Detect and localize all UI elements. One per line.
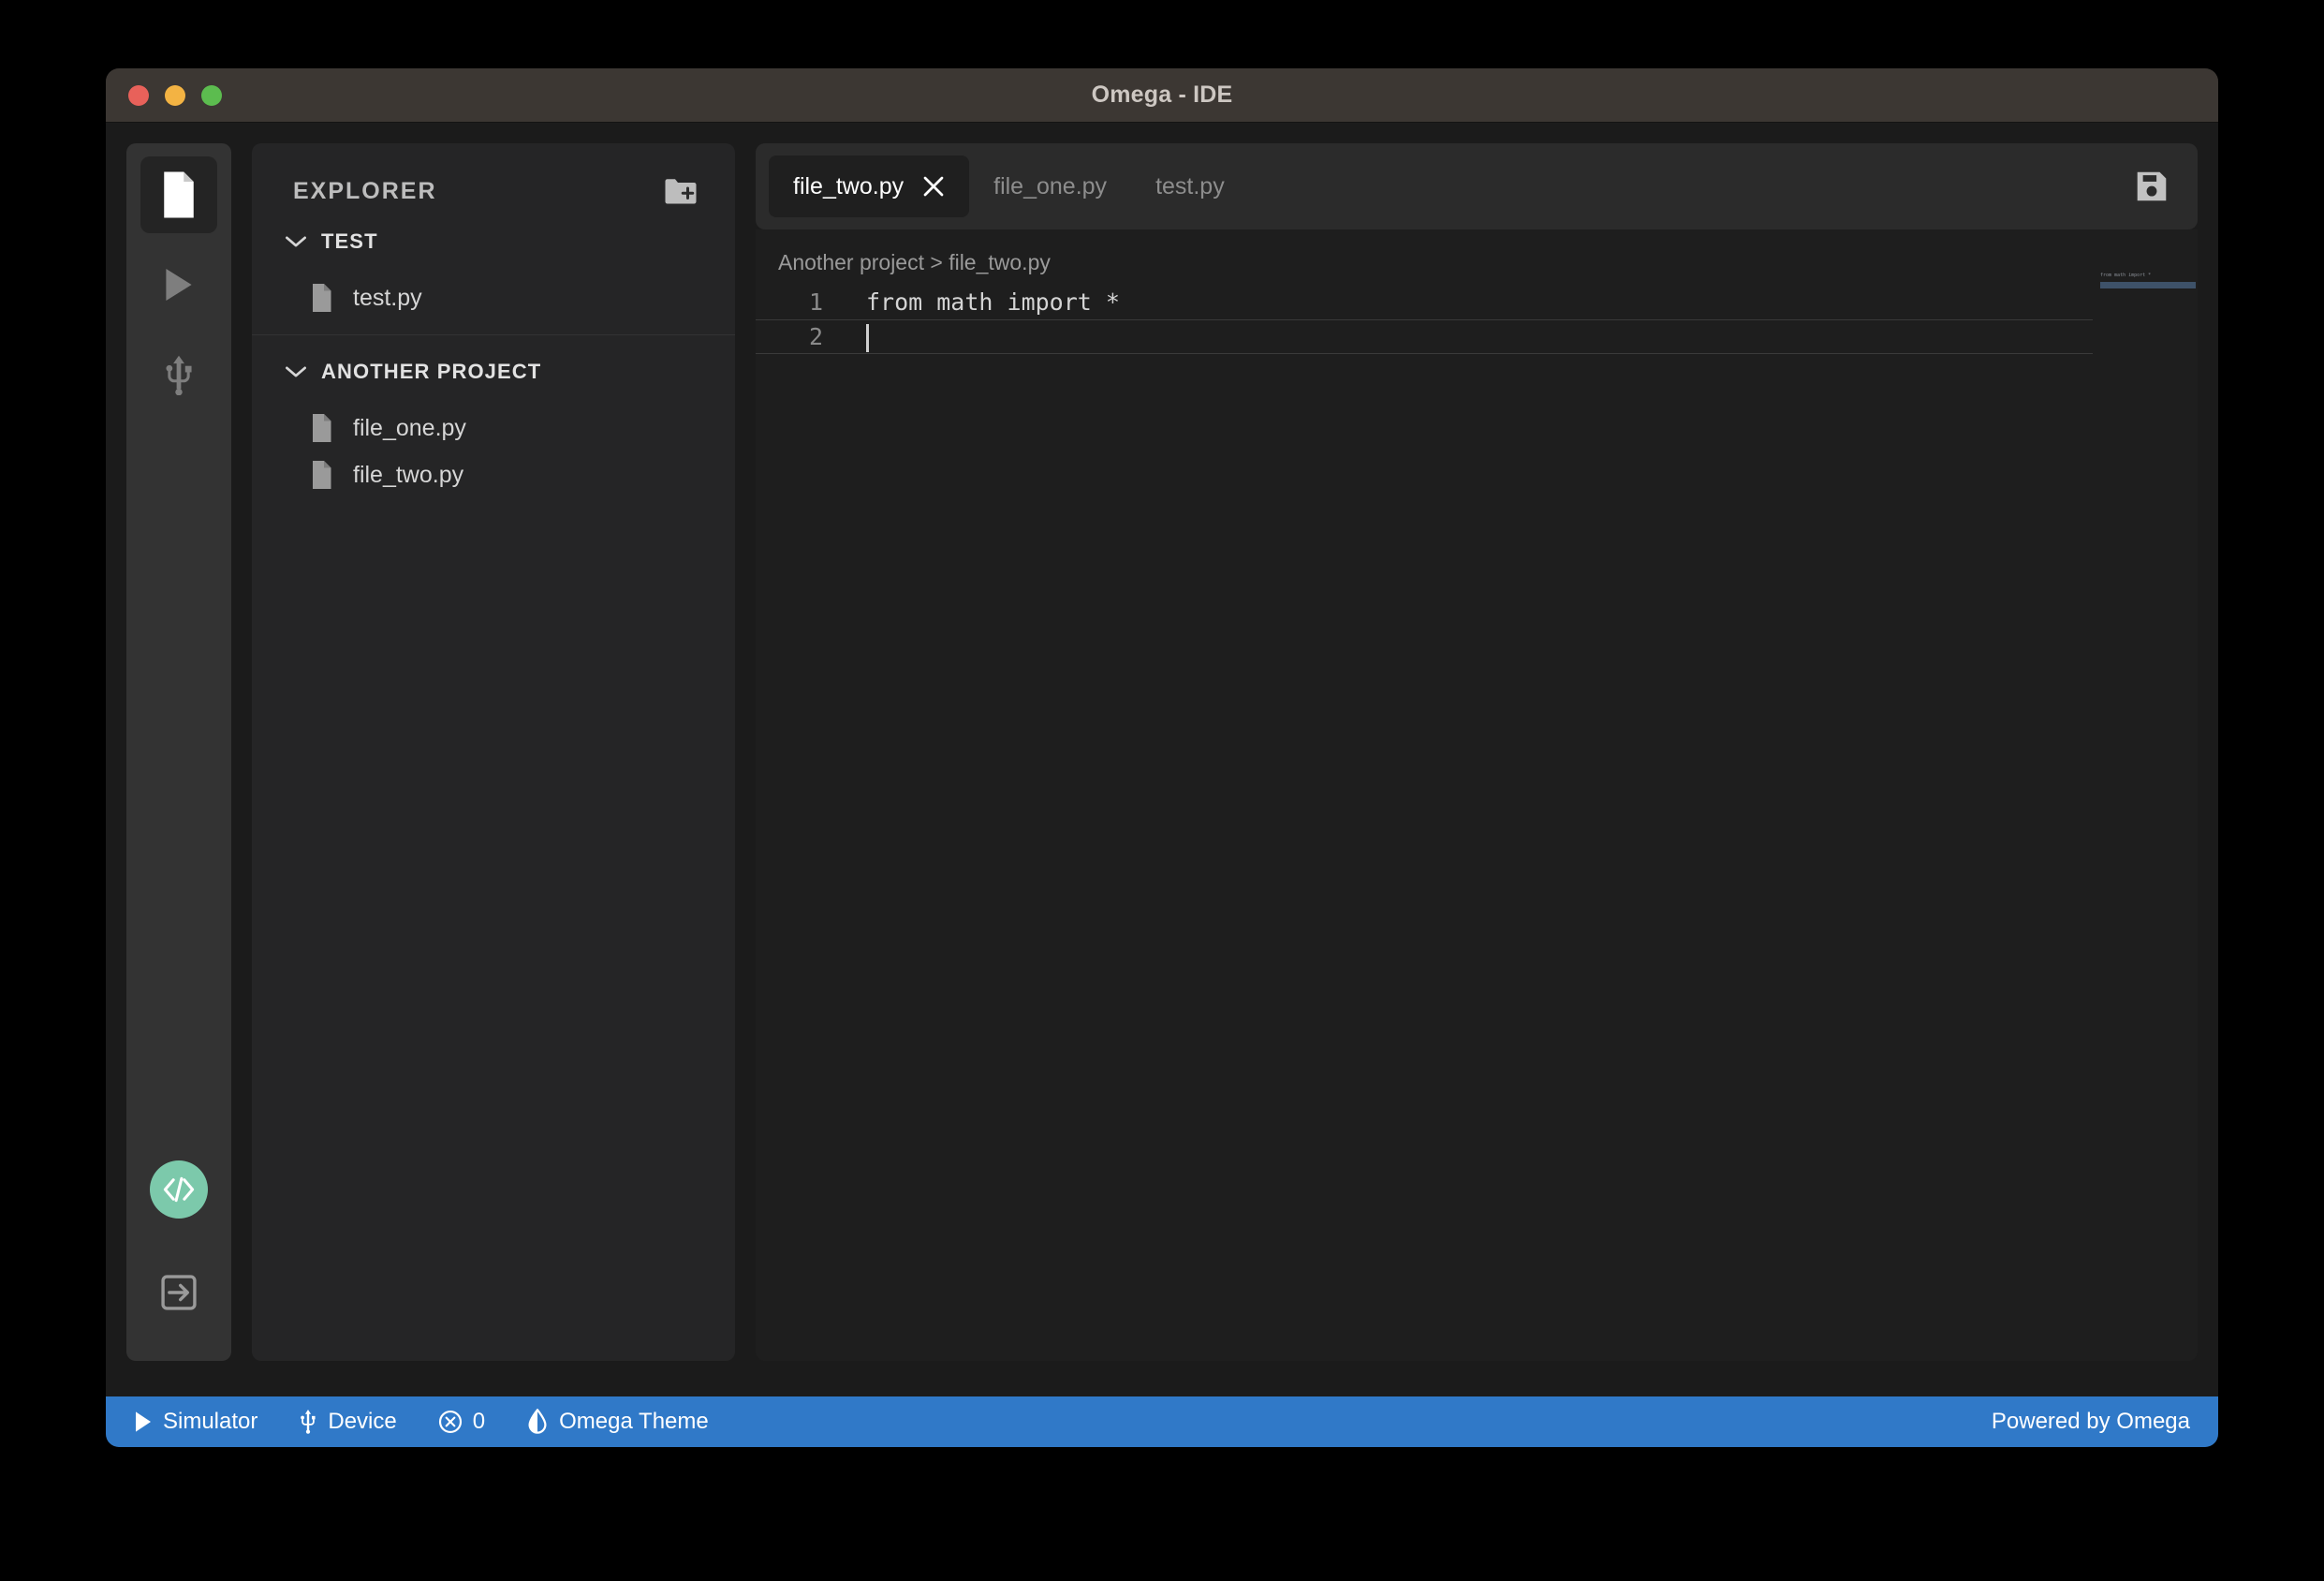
logout-button[interactable] bbox=[140, 1254, 217, 1331]
activity-bar bbox=[126, 143, 231, 1361]
explorer-file-test-py[interactable]: test.py bbox=[252, 274, 735, 321]
omega-code-button[interactable] bbox=[150, 1160, 208, 1219]
theme-droplet-icon bbox=[526, 1409, 549, 1435]
status-theme[interactable]: Omega Theme bbox=[526, 1409, 709, 1435]
code-icon bbox=[161, 1175, 197, 1204]
tab-file-two-py[interactable]: file_two.py bbox=[769, 155, 970, 217]
code-line-active: 2 bbox=[756, 319, 2095, 354]
group-label: ANOTHER PROJECT bbox=[321, 360, 542, 383]
tab-test-py[interactable]: test.py bbox=[1131, 155, 1249, 217]
file-icon bbox=[310, 461, 332, 489]
file-icon bbox=[310, 414, 332, 442]
editor-area: file_two.py file_one.py test.py Another … bbox=[756, 143, 2198, 1361]
tab-label: test.py bbox=[1155, 172, 1225, 199]
line-number: 2 bbox=[808, 323, 823, 350]
powered-by-label: Powered by Omega bbox=[1991, 1409, 2190, 1434]
explorer-file-file-two-py[interactable]: file_two.py bbox=[252, 451, 735, 498]
line-number: 1 bbox=[808, 288, 823, 316]
status-device[interactable]: Device bbox=[299, 1409, 397, 1435]
status-label: Simulator bbox=[163, 1409, 258, 1434]
minimap-viewport-band[interactable] bbox=[2100, 282, 2196, 288]
save-icon bbox=[2136, 170, 2168, 202]
activity-item-explorer[interactable] bbox=[140, 156, 217, 233]
usb-icon bbox=[299, 1410, 317, 1434]
group-header-another-project[interactable]: ANOTHER PROJECT bbox=[252, 335, 735, 405]
breadcrumb: Another project > file_two.py bbox=[778, 250, 1051, 274]
close-icon[interactable] bbox=[922, 175, 945, 198]
logout-icon bbox=[158, 1272, 199, 1313]
app-body: EXPLORER TEST test.py ANOTHER PROJECT fi… bbox=[106, 123, 2218, 1396]
code-line: 1 from math import * bbox=[756, 285, 2198, 319]
code-editor[interactable]: Another project > file_two.py 1 from mat… bbox=[756, 229, 2198, 1361]
file-label: test.py bbox=[353, 284, 422, 311]
save-button[interactable] bbox=[2136, 170, 2184, 202]
group-label: TEST bbox=[321, 229, 378, 253]
explorer-file-file-one-py[interactable]: file_one.py bbox=[252, 405, 735, 451]
minimap[interactable]: from math import * bbox=[2093, 229, 2198, 1361]
error-circle-icon bbox=[438, 1410, 463, 1434]
tab-bar: file_two.py file_one.py test.py bbox=[756, 143, 2198, 229]
play-icon bbox=[163, 267, 195, 303]
status-label: Device bbox=[328, 1409, 397, 1434]
tab-file-one-py[interactable]: file_one.py bbox=[969, 155, 1131, 217]
tab-label: file_two.py bbox=[793, 172, 905, 199]
explorer-group-test: TEST test.py bbox=[252, 205, 735, 335]
minimap-code: from math import * bbox=[2100, 273, 2152, 278]
file-label: file_one.py bbox=[353, 414, 466, 441]
folder-plus-icon[interactable] bbox=[664, 177, 698, 205]
explorer-group-another-project: ANOTHER PROJECT file_one.py file_two.py bbox=[252, 335, 735, 498]
app-window: Omega - IDE EXPLORER TEST test.py ANOTHE… bbox=[106, 68, 2218, 1447]
usb-icon bbox=[163, 354, 195, 395]
text-cursor bbox=[866, 324, 869, 352]
tab-label: file_one.py bbox=[993, 172, 1108, 199]
group-header-test[interactable]: TEST bbox=[252, 205, 735, 274]
chevron-down-icon bbox=[286, 235, 306, 248]
status-label: 0 bbox=[472, 1409, 486, 1434]
explorer-header: EXPLORER bbox=[252, 143, 735, 205]
chevron-down-icon bbox=[286, 365, 306, 378]
activity-item-device[interactable] bbox=[140, 336, 217, 413]
status-simulator[interactable]: Simulator bbox=[134, 1409, 257, 1435]
line-text: from math import * bbox=[866, 288, 1120, 316]
code-area: 1 from math import * 2 bbox=[756, 285, 2198, 354]
file-icon bbox=[310, 284, 332, 312]
play-icon bbox=[134, 1411, 153, 1433]
window-title: Omega - IDE bbox=[1091, 81, 1233, 108]
explorer-title: EXPLORER bbox=[293, 177, 437, 204]
title-bar: Omega - IDE bbox=[106, 68, 2218, 123]
file-icon bbox=[159, 171, 199, 218]
status-errors[interactable]: 0 bbox=[438, 1409, 485, 1435]
file-label: file_two.py bbox=[353, 461, 464, 488]
status-label: Omega Theme bbox=[559, 1409, 709, 1434]
activity-item-run[interactable] bbox=[140, 246, 217, 323]
status-bar: Simulator Device 0 Omega Theme Powered b… bbox=[106, 1396, 2218, 1447]
explorer-panel: EXPLORER TEST test.py ANOTHER PROJECT fi… bbox=[252, 143, 735, 1361]
